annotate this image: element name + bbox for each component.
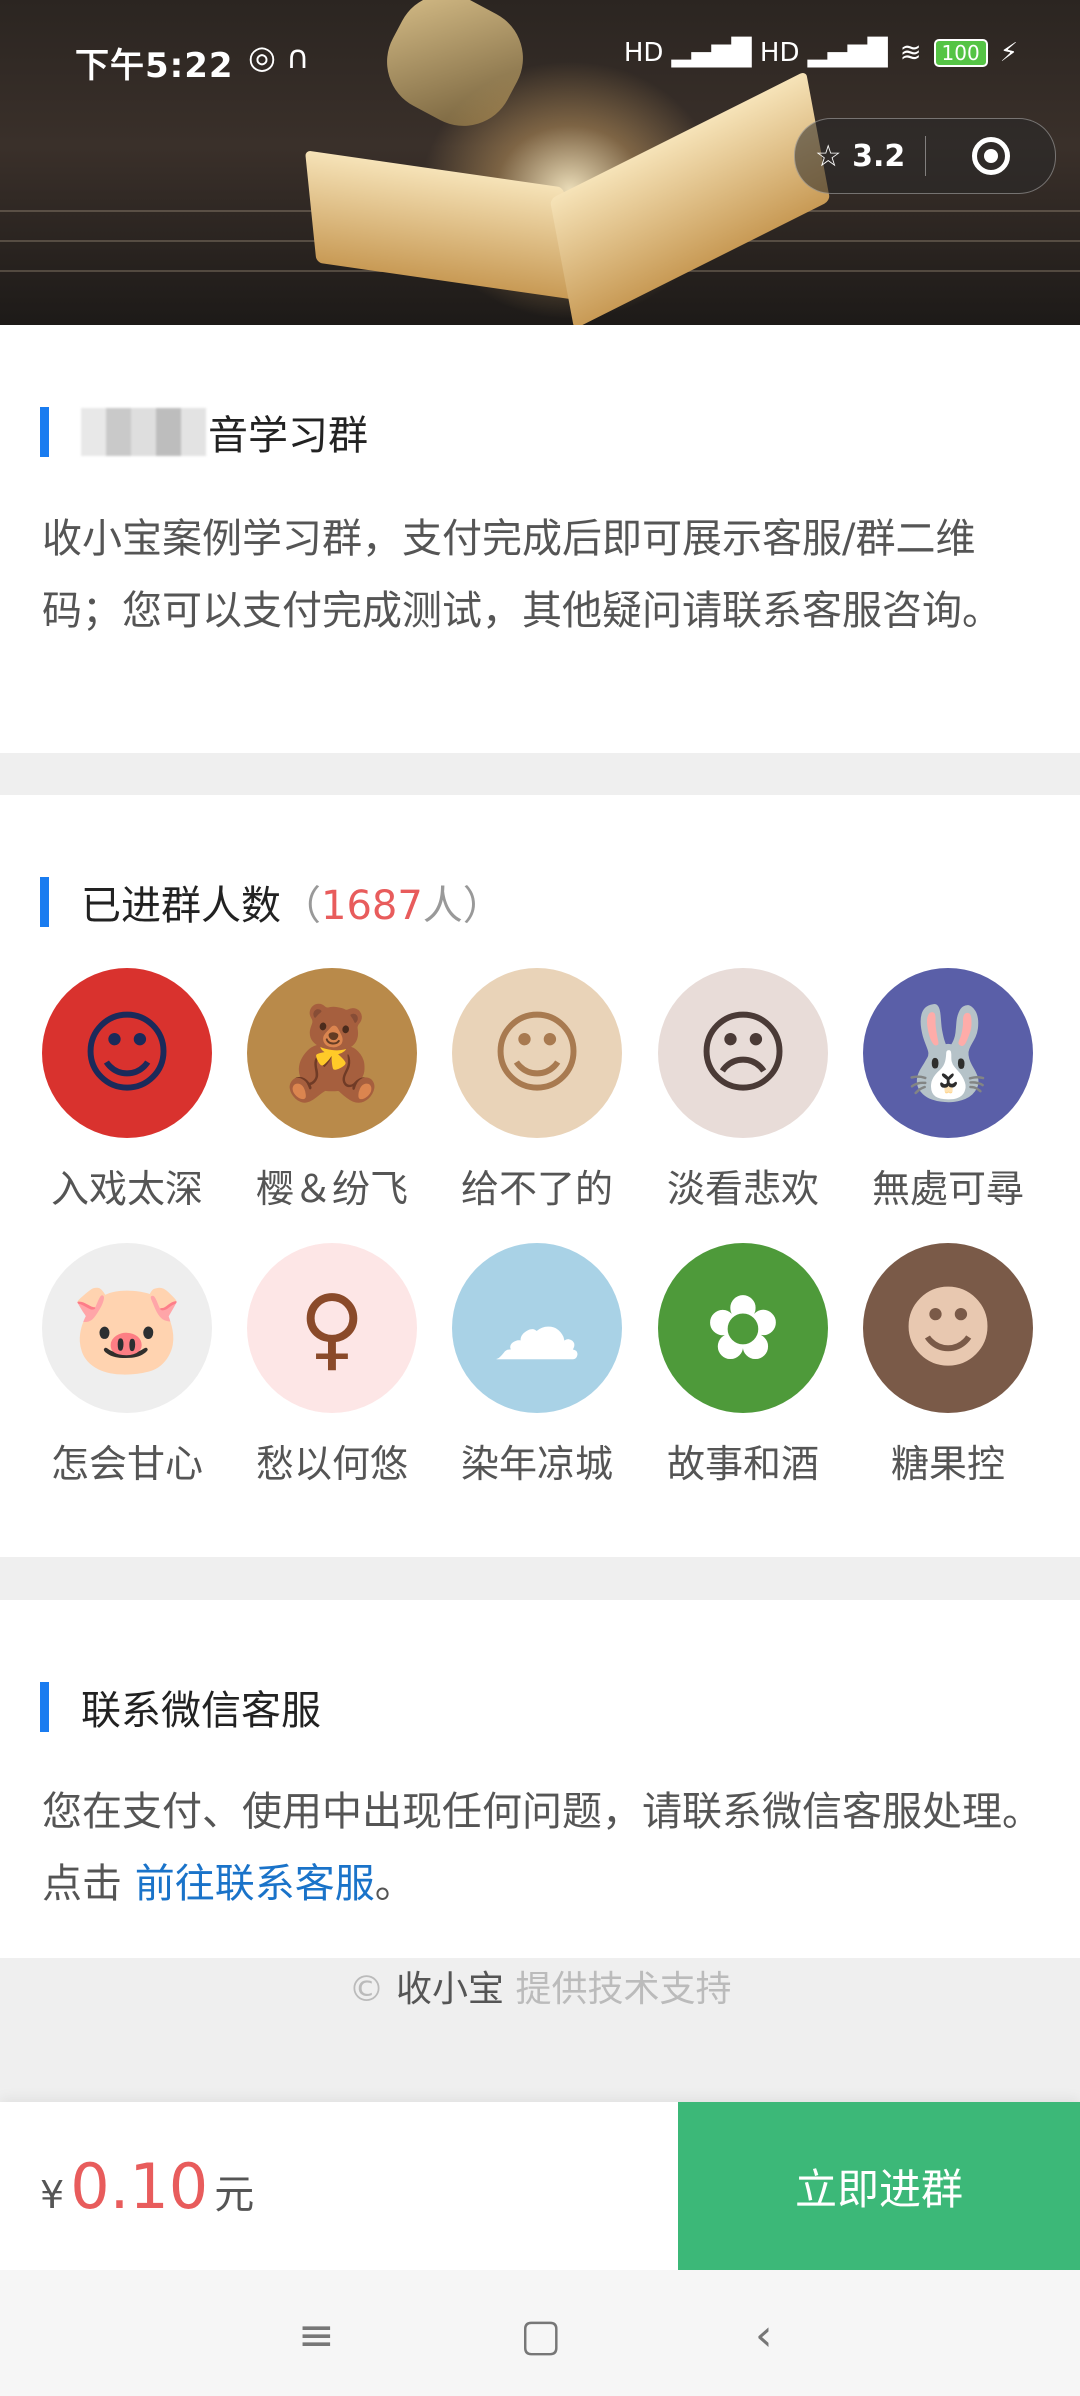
menu-icon[interactable]: ≡: [298, 2310, 335, 2361]
status-right-icons: HD ▂▄▆█ HD ▂▄▆█ ≋ 100 ⚡: [624, 38, 1018, 68]
members-title: 已进群人数 （1687人）: [40, 873, 503, 931]
intro-title-text: 音学习群: [208, 413, 368, 459]
member-count: （1687人）: [281, 883, 503, 929]
avatar-image: ♀: [299, 1275, 365, 1381]
rating-button[interactable]: ☆ 3.2: [795, 139, 925, 174]
price-amount: 0.10: [70, 2150, 209, 2223]
currency-symbol: ¥: [40, 2173, 65, 2217]
contact-section: 联系微信客服 您在支付、使用中出现任何问题，请联系微信客服处理。点击 前往联系客…: [0, 1600, 1080, 1958]
contact-title: 联系微信客服: [40, 1678, 321, 1736]
title-accent-bar: [40, 407, 49, 457]
footer-suffix: 提供技术支持: [515, 1969, 732, 2010]
contact-description: 您在支付、使用中出现任何问题，请联系微信客服处理。点击 前往联系客服。: [42, 1789, 1042, 1907]
miniprogram-capsule: ☆ 3.2: [794, 118, 1056, 194]
star-icon: ☆: [814, 138, 842, 174]
avatar-image: ☁: [492, 1275, 582, 1381]
target-icon: [971, 137, 1010, 175]
status-notification-icons: ◎ ∩: [248, 38, 310, 76]
member-name: 樱＆纷飞: [255, 1167, 408, 1211]
member-avatar: ☻: [863, 1243, 1033, 1413]
member-avatar: ☺: [452, 968, 622, 1138]
rating-value: 3.2: [852, 138, 906, 174]
avatar-image: ☺: [80, 1000, 174, 1106]
member-name: 怎会甘心: [50, 1442, 203, 1486]
join-group-button[interactable]: 立即进群: [678, 2102, 1080, 2270]
blurred-text: [81, 408, 206, 456]
member-item: 🧸 樱＆纷飞: [229, 968, 435, 1213]
member-item: ☹ 淡看悲欢: [640, 968, 846, 1213]
contact-service-link[interactable]: 前往联系客服: [135, 1861, 375, 1907]
title-accent-bar: [40, 877, 49, 927]
battery-icon: 100: [933, 39, 988, 67]
close-miniprogram-button[interactable]: [926, 137, 1055, 175]
member-item: ☻ 糖果控: [845, 1243, 1051, 1488]
copyright-symbol: ©: [348, 1969, 385, 2010]
member-name: 染年凉城: [460, 1442, 613, 1486]
member-name: 糖果控: [890, 1442, 1005, 1486]
system-nav-bar: ≡ ▢ ‹: [0, 2270, 1080, 2396]
member-item: ♀ 愁以何悠: [229, 1243, 435, 1488]
signal-icon: HD ▂▄▆█ HD ▂▄▆█: [623, 38, 888, 68]
member-name: 故事和酒: [666, 1442, 819, 1486]
member-name: 無處可尋: [871, 1167, 1024, 1211]
payment-bar: ¥ 0.10 元 立即进群: [0, 2102, 1080, 2270]
avatar-image: 🧸: [275, 1000, 389, 1106]
member-avatar: ✿: [658, 1243, 828, 1413]
member-name: 入戏太深: [50, 1167, 203, 1211]
footer-brand: 收小宝: [395, 1969, 504, 2010]
member-name: 愁以何悠: [255, 1442, 408, 1486]
member-avatar: 🐰: [863, 968, 1033, 1138]
member-avatar: ☺: [42, 968, 212, 1138]
members-label: 已进群人数: [81, 883, 281, 929]
status-time: 下午5:22: [75, 46, 234, 86]
member-avatar: ♀: [247, 1243, 417, 1413]
status-bar: 下午5:22 ◎ ∩ HD ▂▄▆█ HD ▂▄▆█ ≋ 100 ⚡: [0, 0, 1080, 118]
member-item: ☺ 入戏太深: [24, 968, 230, 1213]
intro-title: 音学习群: [40, 403, 368, 461]
title-accent-bar: [40, 1682, 49, 1732]
member-item: ✿ 故事和酒: [640, 1243, 846, 1488]
member-name: 淡看悲欢: [666, 1167, 819, 1211]
member-avatar: ☹: [658, 968, 828, 1138]
member-item: ☁ 染年凉城: [434, 1243, 640, 1488]
avatar-image: ✿: [705, 1275, 781, 1381]
avatar-image: 🐰: [891, 1000, 1005, 1106]
intro-section: 音学习群 收小宝案例学习群，支付完成后即可展示客服/群二维码；您可以支付完成测试…: [0, 325, 1080, 753]
member-avatar: 🐷: [42, 1243, 212, 1413]
charging-icon: ⚡: [999, 38, 1018, 68]
member-name: 给不了的: [460, 1167, 613, 1211]
members-section: 已进群人数 （1687人） ☺ 入戏太深 🧸 樱＆纷飞 ☺ 给不了的 ☹ 淡看悲欢 🐰 無處可尋 🐷…: [0, 795, 1080, 1557]
member-item: 🐰 無處可尋: [845, 968, 1051, 1213]
back-icon[interactable]: ‹: [755, 2310, 773, 2361]
contact-title-text: 联系微信客服: [81, 1688, 321, 1734]
member-item: ☺ 给不了的: [434, 968, 640, 1213]
avatar-image: ☹: [696, 1000, 790, 1106]
avatar-image: ☻: [901, 1275, 995, 1381]
member-avatar: ☁: [452, 1243, 622, 1413]
avatar-image: 🐷: [70, 1275, 184, 1381]
tech-support-footer: © 收小宝 提供技术支持: [0, 1960, 1080, 2012]
intro-description: 收小宝案例学习群，支付完成后即可展示客服/群二维码；您可以支付完成测试，其他疑问…: [42, 516, 1002, 634]
wifi-icon: ≋: [899, 38, 922, 68]
member-avatar: 🧸: [247, 968, 417, 1138]
member-item: 🐷 怎会甘心: [24, 1243, 230, 1488]
price-unit: 元: [214, 2172, 255, 2218]
avatar-image: ☺: [490, 1000, 584, 1106]
price: ¥ 0.10 元: [40, 2150, 254, 2223]
home-icon[interactable]: ▢: [520, 2310, 562, 2361]
